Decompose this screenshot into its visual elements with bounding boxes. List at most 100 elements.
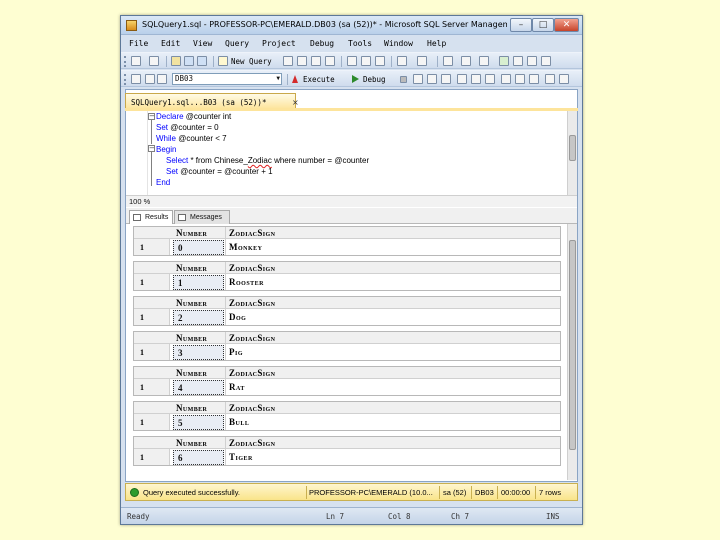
menu-query[interactable]: Query bbox=[225, 39, 249, 48]
cell-number[interactable]: 2 bbox=[173, 310, 224, 325]
cell-number[interactable]: 1 bbox=[173, 275, 224, 290]
new-query-button[interactable]: New Query bbox=[231, 57, 272, 66]
add-item-icon[interactable] bbox=[149, 56, 159, 66]
include-actual-plan-icon[interactable] bbox=[471, 74, 481, 84]
new-query-icon[interactable] bbox=[218, 56, 228, 66]
column-header-number[interactable]: Number bbox=[176, 403, 207, 413]
collapse-outline-icon[interactable]: − bbox=[148, 145, 155, 152]
properties-icon[interactable] bbox=[527, 56, 537, 66]
database-engine-query-icon[interactable] bbox=[283, 56, 293, 66]
result-grid[interactable]: Number ZodiacSign 1 4 Rat bbox=[133, 366, 561, 396]
menu-edit[interactable]: Edit bbox=[161, 39, 180, 48]
undo-icon[interactable] bbox=[397, 56, 407, 66]
column-header-zodiacsign[interactable]: ZodiacSign bbox=[229, 403, 275, 413]
display-estimated-plan-icon[interactable] bbox=[427, 74, 437, 84]
navigate-forward-icon[interactable] bbox=[461, 56, 471, 66]
cut-icon[interactable] bbox=[347, 56, 357, 66]
menu-file[interactable]: File bbox=[129, 39, 148, 48]
column-header-number[interactable]: Number bbox=[176, 228, 207, 238]
collapse-outline-icon[interactable]: − bbox=[148, 113, 155, 120]
execute-icon[interactable] bbox=[292, 75, 298, 83]
comment-out-icon[interactable] bbox=[545, 74, 555, 84]
cell-zodiacsign[interactable]: Rooster bbox=[229, 277, 264, 287]
editor-vertical-scrollbar[interactable] bbox=[567, 111, 577, 195]
results-to-grid-icon[interactable] bbox=[515, 74, 525, 84]
uncomment-icon[interactable] bbox=[559, 74, 569, 84]
available-databases-select[interactable]: DB03 ▼ bbox=[172, 73, 282, 85]
cell-number[interactable]: 0 bbox=[173, 240, 224, 255]
result-grid[interactable]: Number ZodiacSign 1 1 Rooster bbox=[133, 261, 561, 291]
result-grid[interactable]: Number ZodiacSign 1 3 Pig bbox=[133, 331, 561, 361]
navigate-back-icon[interactable] bbox=[443, 56, 453, 66]
cell-zodiacsign[interactable]: Rat bbox=[229, 382, 245, 392]
object-explorer-icon[interactable] bbox=[499, 56, 509, 66]
menu-debug[interactable]: Debug bbox=[310, 39, 334, 48]
menu-tools[interactable]: Tools bbox=[348, 39, 372, 48]
column-header-zodiacsign[interactable]: ZodiacSign bbox=[229, 298, 275, 308]
cell-number[interactable]: 5 bbox=[173, 415, 224, 430]
tab-results[interactable]: Results bbox=[129, 210, 173, 225]
parse-icon[interactable] bbox=[413, 74, 423, 84]
menu-help[interactable]: Help bbox=[427, 39, 446, 48]
column-header-zodiacsign[interactable]: ZodiacSign bbox=[229, 333, 275, 343]
query-editor[interactable]: − − Declare @counter int Set @counter = … bbox=[126, 111, 577, 195]
template-explorer-icon[interactable] bbox=[513, 56, 523, 66]
cell-number[interactable]: 4 bbox=[173, 380, 224, 395]
cancel-query-icon[interactable] bbox=[400, 76, 407, 83]
cell-zodiacsign[interactable]: Bull bbox=[229, 417, 249, 427]
document-tab[interactable]: SQLQuery1.sql...B03 (sa (52))* × bbox=[125, 93, 299, 109]
cell-number[interactable]: 3 bbox=[173, 345, 224, 360]
result-grid[interactable]: Number ZodiacSign 1 5 Bull bbox=[133, 401, 561, 431]
result-grid[interactable]: Number ZodiacSign 1 0 Monkey bbox=[133, 226, 561, 256]
analysis-query-icon[interactable] bbox=[297, 56, 307, 66]
menu-view[interactable]: View bbox=[193, 39, 212, 48]
column-header-zodiacsign[interactable]: ZodiacSign bbox=[229, 368, 275, 378]
scrollbar-thumb[interactable] bbox=[569, 135, 576, 161]
change-connection-icon[interactable] bbox=[145, 74, 155, 84]
column-header-number[interactable]: Number bbox=[176, 263, 207, 273]
analyze-query-icon[interactable] bbox=[457, 74, 467, 84]
open-file-icon[interactable] bbox=[171, 56, 181, 66]
xmla-query-icon[interactable] bbox=[325, 56, 335, 66]
result-grid[interactable]: Number ZodiacSign 1 2 Dog bbox=[133, 296, 561, 326]
toolbar-grip[interactable] bbox=[124, 74, 127, 85]
result-grid[interactable]: Number ZodiacSign 1 6 Tiger bbox=[133, 436, 561, 466]
cell-zodiacsign[interactable]: Dog bbox=[229, 312, 246, 322]
disconnect-icon[interactable] bbox=[157, 74, 167, 84]
tab-messages[interactable]: Messages bbox=[174, 210, 230, 224]
title-bar[interactable]: SQLQuery1.sql - PROFESSOR-PC\EMERALD.DB0… bbox=[121, 16, 582, 35]
menu-window[interactable]: Window bbox=[384, 39, 413, 48]
cell-number[interactable]: 6 bbox=[173, 450, 224, 465]
results-to-text-icon[interactable] bbox=[501, 74, 511, 84]
results-vertical-scrollbar[interactable] bbox=[567, 224, 577, 480]
cell-zodiacsign[interactable]: Pig bbox=[229, 347, 243, 357]
toolbox-icon[interactable] bbox=[541, 56, 551, 66]
menu-project[interactable]: Project bbox=[262, 39, 296, 48]
toolbar-grip[interactable] bbox=[124, 56, 127, 67]
maximize-button[interactable]: □ bbox=[532, 18, 554, 32]
column-header-zodiacsign[interactable]: ZodiacSign bbox=[229, 263, 275, 273]
cell-zodiacsign[interactable]: Monkey bbox=[229, 242, 263, 252]
execute-button[interactable]: Execute bbox=[303, 75, 335, 84]
debug-button[interactable]: Debug bbox=[363, 75, 386, 84]
save-icon[interactable] bbox=[184, 56, 194, 66]
column-header-number[interactable]: Number bbox=[176, 368, 207, 378]
column-header-zodiacsign[interactable]: ZodiacSign bbox=[229, 438, 275, 448]
new-project-icon[interactable] bbox=[131, 56, 141, 66]
chevron-down-icon[interactable]: ▼ bbox=[276, 74, 280, 84]
column-header-number[interactable]: Number bbox=[176, 438, 207, 448]
column-header-number[interactable]: Number bbox=[176, 298, 207, 308]
column-header-number[interactable]: Number bbox=[176, 333, 207, 343]
cell-zodiacsign[interactable]: Tiger bbox=[229, 452, 253, 462]
copy-icon[interactable] bbox=[361, 56, 371, 66]
redo-icon[interactable] bbox=[417, 56, 427, 66]
column-header-zodiacsign[interactable]: ZodiacSign bbox=[229, 228, 275, 238]
paste-icon[interactable] bbox=[375, 56, 385, 66]
close-icon[interactable]: × bbox=[292, 98, 299, 107]
scrollbar-thumb[interactable] bbox=[569, 240, 576, 450]
debug-play-icon[interactable] bbox=[352, 75, 359, 83]
results-to-file-icon[interactable] bbox=[529, 74, 539, 84]
minimize-button[interactable]: – bbox=[510, 18, 532, 32]
find-icon[interactable] bbox=[479, 56, 489, 66]
close-button[interactable]: ✕ bbox=[554, 18, 579, 32]
